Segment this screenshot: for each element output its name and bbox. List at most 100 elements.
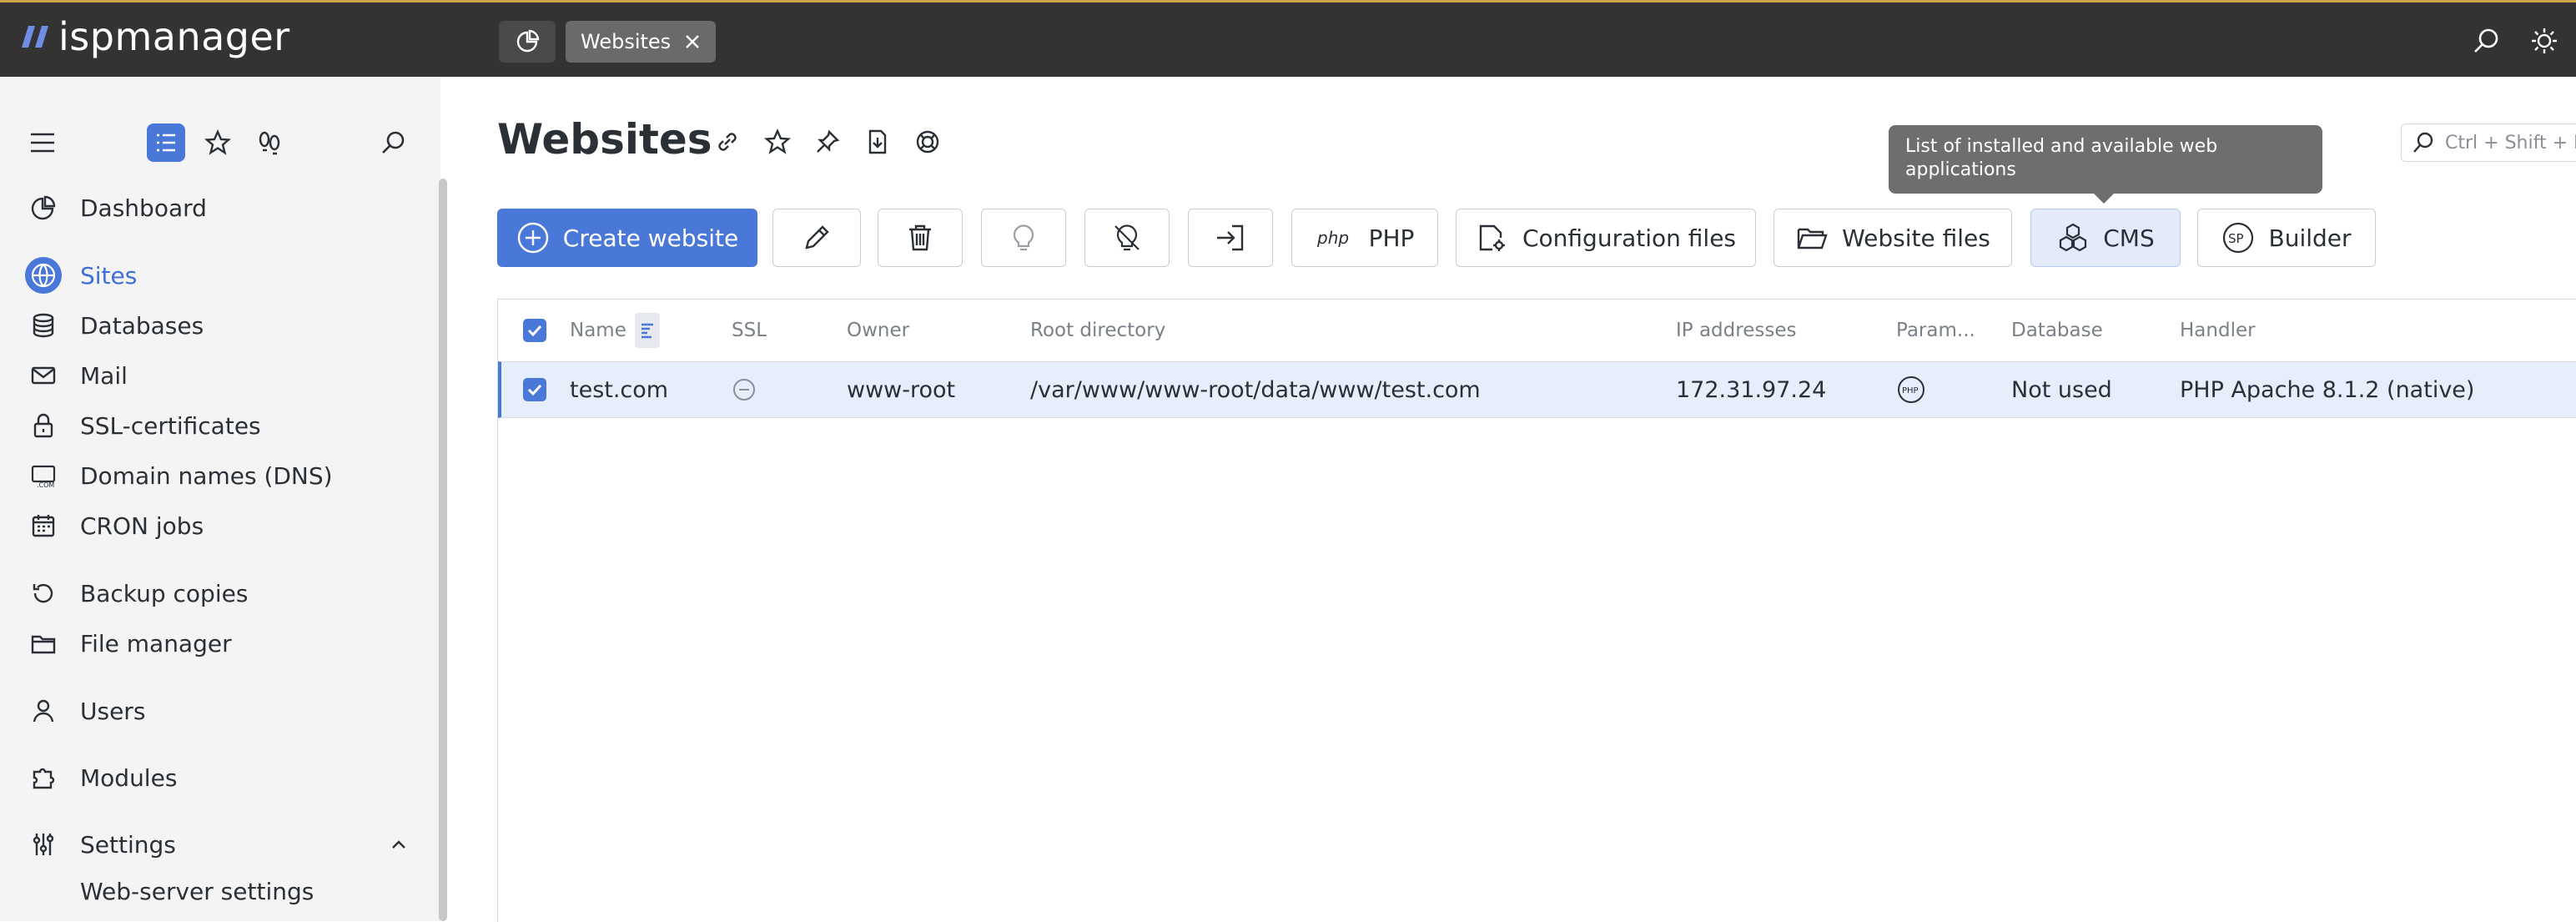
cell-handler: PHP Apache 8.1.2 (native)	[2180, 376, 2475, 403]
sidebar-item-modules[interactable]: Modules	[25, 755, 425, 800]
sidebar-item-label: CRON jobs	[80, 511, 204, 540]
cms-button[interactable]: CMS	[2030, 209, 2181, 267]
puzzle-icon	[25, 759, 62, 796]
dns-icon: .COM	[25, 457, 62, 494]
sidebar-item-settings[interactable]: Settings	[25, 822, 425, 867]
php-icon: php	[1316, 223, 1356, 253]
login-button[interactable]	[1188, 209, 1273, 267]
select-all-checkbox[interactable]	[523, 300, 546, 361]
logo[interactable]: ispmanager	[20, 14, 290, 59]
list-view-icon[interactable]	[147, 123, 185, 162]
pencil-icon	[800, 221, 833, 254]
sort-icon[interactable]	[634, 313, 660, 348]
builder-button[interactable]: SP Builder	[2197, 209, 2376, 267]
trash-icon	[903, 221, 937, 254]
column-header-params[interactable]: Param...	[1896, 300, 1975, 361]
sidebar-item-ssl[interactable]: SSL-certificates	[25, 403, 425, 448]
lightbulb-icon	[1007, 221, 1040, 254]
column-header-ip-addresses[interactable]: IP addresses	[1676, 300, 1796, 361]
mail-icon	[25, 357, 62, 394]
php-param-icon: PHP	[1896, 362, 1926, 417]
sidebar-item-label: Settings	[80, 830, 176, 859]
tab-websites[interactable]: Websites	[566, 21, 717, 63]
link-icon[interactable]	[711, 125, 744, 159]
search-input[interactable]: Ctrl + Shift + F	[2401, 123, 2576, 162]
svg-text:php: php	[1316, 228, 1349, 248]
cell-root-directory: /var/www/www-root/data/www/test.com	[1030, 376, 1481, 403]
tab-label: Websites	[581, 30, 672, 53]
settings-icon	[25, 826, 62, 863]
sidebar-item-cron[interactable]: CRON jobs	[25, 503, 425, 548]
configuration-files-label: Configuration files	[1522, 224, 1737, 252]
column-header-owner[interactable]: Owner	[847, 300, 909, 361]
theme-toggle-icon[interactable]	[2528, 24, 2561, 58]
cell-name: test.com	[570, 376, 669, 403]
plus-circle-icon	[516, 221, 550, 254]
website-files-button[interactable]: Website files	[1774, 209, 2012, 267]
cms-label: CMS	[2103, 224, 2155, 252]
sidebar-search-icon[interactable]	[374, 123, 412, 162]
globe-icon	[25, 257, 62, 294]
search-placeholder: Ctrl + Shift + F	[2445, 132, 2576, 154]
row-checkbox[interactable]	[523, 362, 546, 417]
configuration-files-button[interactable]: Configuration files	[1456, 209, 1756, 267]
svg-text:PHP: PHP	[1902, 386, 1919, 396]
database-icon	[25, 307, 62, 344]
delete-button[interactable]	[878, 209, 963, 267]
sidebar-item-label: Sites	[80, 261, 138, 290]
svg-text:.COM: .COM	[37, 481, 54, 489]
enable-button[interactable]	[981, 209, 1066, 267]
sidebar-item-users[interactable]: Users	[25, 688, 425, 733]
favorite-star-icon[interactable]	[761, 125, 794, 159]
column-header-name[interactable]: Name	[570, 300, 660, 361]
pin-icon[interactable]	[811, 125, 844, 159]
dashboard-tab[interactable]	[499, 21, 556, 63]
folder-icon	[25, 625, 62, 662]
column-header-root-directory[interactable]: Root directory	[1030, 300, 1165, 361]
cell-owner: www-root	[847, 376, 956, 403]
column-header-handler[interactable]: Handler	[2180, 300, 2256, 361]
sidebar-item-databases[interactable]: Databases	[25, 303, 425, 348]
sidebar-item-file-manager[interactable]: File manager	[25, 621, 425, 666]
help-lifebuoy-icon[interactable]	[911, 125, 944, 159]
lock-icon	[25, 407, 62, 444]
sidebar-item-sites[interactable]: Sites	[25, 253, 425, 298]
sidebar-item-label: Mail	[80, 361, 128, 390]
sidebar-item-label: Databases	[80, 311, 204, 340]
favorites-star-icon[interactable]	[199, 123, 237, 162]
sidebar-subitem-web-server-settings[interactable]: Web-server settings	[80, 878, 314, 905]
sidebar-item-dns[interactable]: .COM Domain names (DNS)	[25, 453, 425, 498]
menu-icon[interactable]	[23, 123, 62, 162]
create-website-button[interactable]: Create website	[497, 209, 757, 267]
export-icon[interactable]	[861, 125, 894, 159]
cell-ip: 172.31.97.24	[1676, 376, 1827, 403]
config-file-icon	[1476, 221, 1509, 254]
edit-button[interactable]	[772, 209, 861, 267]
column-header-ssl[interactable]: SSL	[732, 300, 767, 361]
sidebar-scrollbar[interactable]	[439, 179, 447, 921]
cms-icon	[2056, 221, 2090, 254]
sidebar-item-label: Domain names (DNS)	[80, 461, 333, 490]
column-header-database[interactable]: Database	[2011, 300, 2103, 361]
page-title: Websites	[497, 115, 712, 164]
search-icon	[2412, 131, 2435, 154]
tooltip-arrow	[2094, 194, 2114, 204]
dashboard-icon	[25, 189, 62, 226]
footprints-icon[interactable]	[250, 123, 289, 162]
chevron-up-icon[interactable]	[389, 834, 409, 854]
sidebar-item-label: Modules	[80, 763, 178, 792]
disable-button[interactable]	[1084, 209, 1170, 267]
sidebar-item-backup[interactable]: Backup copies	[25, 571, 425, 616]
close-icon[interactable]	[684, 33, 701, 50]
php-button[interactable]: php PHP	[1291, 209, 1438, 267]
search-icon[interactable]	[2469, 24, 2503, 58]
sidebar-item-mail[interactable]: Mail	[25, 353, 425, 398]
table-row[interactable]: test.com www-root /var/www/www-root/data…	[498, 361, 2576, 418]
backup-icon	[25, 575, 62, 612]
sidebar-item-dashboard[interactable]: Dashboard	[25, 185, 425, 230]
builder-label: Builder	[2268, 224, 2352, 252]
website-files-label: Website files	[1842, 224, 1990, 252]
logo-mark-icon	[20, 23, 53, 51]
top-bar: ispmanager Websites	[0, 0, 2576, 77]
lightbulb-off-icon	[1110, 221, 1144, 254]
